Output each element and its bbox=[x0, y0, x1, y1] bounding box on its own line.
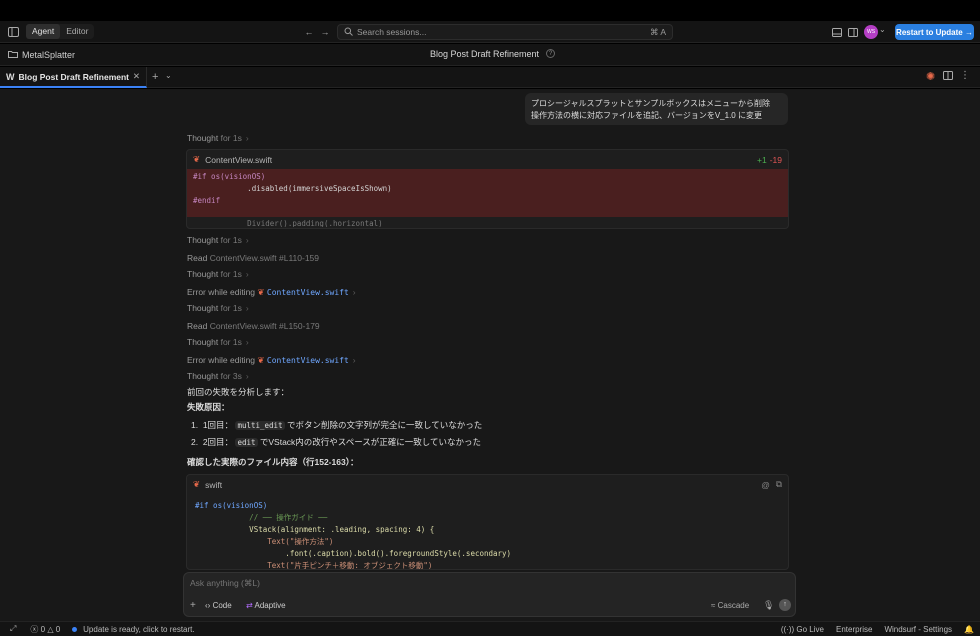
swift-icon: ❦ bbox=[193, 154, 201, 164]
cascade-button[interactable]: ≈ Cascade bbox=[711, 601, 749, 610]
code-card-header: ❦ swift @ ⧉ bbox=[187, 475, 788, 494]
diff-context: Divider().padding(.horizontal) bbox=[187, 217, 788, 227]
confirm-heading: 確認した実際のファイル内容（行152-163）： bbox=[187, 457, 359, 467]
code-language: swift bbox=[205, 479, 223, 490]
diff-added: +1 bbox=[757, 154, 767, 165]
forward-arrow-icon[interactable]: → bbox=[318, 25, 332, 39]
broadcast-icon: ((·)) bbox=[780, 624, 795, 634]
chat-input-box: + ‹› Code ⇄ Adaptive ≈ Cascade 🎙 ↑ bbox=[183, 572, 796, 617]
new-tab-icon[interactable]: + bbox=[152, 71, 158, 83]
breadcrumb: MetalSplatter Blog Post Draft Refinement… bbox=[0, 44, 980, 66]
swift-icon: ❦ bbox=[257, 355, 265, 365]
search-shortcut: ⌘ A bbox=[649, 26, 666, 37]
error-count[interactable]: ⓧ 0 △ 0 bbox=[30, 624, 60, 635]
code-line: .disabled(immersiveSpaceIsShown) bbox=[193, 184, 392, 193]
swift-icon: ❦ bbox=[193, 479, 201, 489]
close-icon[interactable]: ✕ bbox=[133, 71, 140, 82]
swift-icon: ❦ bbox=[257, 287, 265, 297]
code-line: Text("操作方法") bbox=[195, 537, 334, 546]
code-body: #if os(visionOS) // ── 操作ガイド ── VStack(a… bbox=[187, 494, 788, 570]
chat-panel: プロシージャルスプラットとサンプルボックスはメニューから削除 操作方法の横に対応… bbox=[0, 89, 980, 621]
thought-step[interactable]: Thought for 1s › bbox=[187, 269, 249, 279]
cascade-icon: ≈ bbox=[711, 601, 716, 610]
title-bar: Agent Editor ← → Search sessions... ⌘ A … bbox=[0, 21, 980, 43]
chat-input[interactable] bbox=[190, 576, 780, 590]
model-select[interactable]: ⇄ Adaptive bbox=[246, 601, 286, 610]
code-card: ❦ swift @ ⧉ #if os(visionOS) // ── 操作ガイド… bbox=[186, 474, 789, 570]
diff-card: ❦ ContentView.swift +1 -19 #if os(vision… bbox=[186, 149, 789, 229]
chevron-down-icon[interactable]: ⌄ bbox=[165, 71, 172, 80]
code-line: #if os(visionOS) bbox=[195, 501, 268, 510]
code-line: Divider().padding(.horizontal) bbox=[193, 219, 383, 227]
adaptive-icon: ⇄ bbox=[246, 601, 253, 610]
diff-removed: -19 bbox=[769, 154, 782, 165]
thought-step[interactable]: Thought for 3s › bbox=[187, 371, 249, 381]
add-icon[interactable]: + bbox=[190, 600, 196, 611]
search-placeholder: Search sessions... bbox=[357, 27, 427, 37]
settings-link[interactable]: Windsurf - Settings bbox=[884, 625, 952, 634]
code-line: // ── 操作ガイド ── bbox=[195, 513, 328, 522]
search-icon bbox=[344, 27, 353, 38]
more-icon[interactable]: ⋮ bbox=[960, 70, 970, 81]
mode-agent[interactable]: Agent bbox=[26, 24, 61, 39]
send-button[interactable]: ↑ bbox=[779, 599, 791, 611]
status-bar: ⤢ ⓧ 0 △ 0 Update is ready, click to rest… bbox=[0, 621, 980, 636]
page-title: Blog Post Draft Refinement bbox=[430, 49, 540, 59]
cause-heading: 失敗原因： bbox=[187, 402, 230, 412]
user-message-line: 操作方法の横に対応ファイルを追記、バージョンをV_1.0 に変更 bbox=[531, 111, 762, 120]
mode-switch: Agent Editor bbox=[26, 24, 95, 39]
copy-icon[interactable]: ⧉ bbox=[776, 479, 782, 490]
code-mode-button[interactable]: ‹› Code bbox=[205, 601, 232, 610]
read-step[interactable]: Read ContentView.swift #L150-179 bbox=[187, 321, 320, 331]
code-line: #if os(visionOS) bbox=[193, 172, 266, 181]
folder-icon bbox=[8, 50, 18, 60]
layout-icon[interactable] bbox=[830, 25, 844, 39]
bell-icon[interactable]: 🔔 bbox=[964, 625, 974, 634]
diff-file-name: ContentView.swift bbox=[205, 154, 273, 165]
chevron-down-icon[interactable]: ⌄ bbox=[879, 25, 886, 34]
tab-label: Blog Post Draft Refinement bbox=[18, 71, 130, 82]
remote-icon[interactable]: ⤢ bbox=[10, 624, 16, 634]
user-message-line: プロシージャルスプラットとサンプルボックスはメニューから削除 bbox=[531, 99, 770, 108]
restart-to-update-button[interactable]: Restart to Update → bbox=[895, 24, 974, 40]
go-live-button[interactable]: ((·)) Go Live bbox=[781, 625, 824, 634]
tab-blog-post[interactable]: W Blog Post Draft Refinement ✕ bbox=[0, 67, 147, 88]
back-arrow-icon[interactable]: ← bbox=[302, 25, 316, 39]
code-icon: ‹› bbox=[205, 601, 211, 610]
error-step[interactable]: Error while editing ❦ ContentView.swift › bbox=[187, 355, 356, 366]
code-line: VStack(alignment: .leading, spacing: 4) … bbox=[195, 525, 435, 534]
info-icon[interactable]: ? bbox=[546, 49, 555, 58]
thought-step[interactable]: Thought for 1s › bbox=[187, 303, 249, 313]
thought-step[interactable]: Thought for 1s › bbox=[187, 337, 249, 347]
list-item: 1. 1回目： multi_edit でボタン削除の文字列が完全に一致していなか… bbox=[191, 420, 483, 430]
microphone-icon[interactable]: 🎙 bbox=[763, 600, 774, 611]
thought-step[interactable]: Thought for 1s › bbox=[187, 133, 249, 143]
top-band bbox=[0, 0, 980, 21]
avatar[interactable]: WS bbox=[864, 25, 878, 39]
diff-removed-block: #if os(visionOS) .disabled(immersiveSpac… bbox=[187, 169, 788, 217]
user-message: プロシージャルスプラットとサンプルボックスはメニューから削除 操作方法の横に対応… bbox=[525, 93, 788, 125]
sidebar-toggle-icon[interactable] bbox=[6, 25, 20, 39]
split-view-icon[interactable] bbox=[846, 25, 860, 39]
code-line: .font(.caption).bold().foregroundStyle(.… bbox=[195, 549, 512, 558]
analysis-intro: 前回の失敗を分析します： bbox=[187, 387, 290, 397]
update-dot-icon bbox=[72, 626, 78, 632]
search-input[interactable]: Search sessions... ⌘ A bbox=[337, 24, 673, 40]
thought-step[interactable]: Thought for 1s › bbox=[187, 235, 249, 245]
diff-card-header[interactable]: ❦ ContentView.swift +1 -19 bbox=[187, 150, 788, 169]
mention-icon[interactable]: @ bbox=[761, 480, 770, 490]
code-line: #endif bbox=[193, 196, 221, 205]
code-line: Text("片手ピンチ＋移動: オブジェクト移動") bbox=[195, 561, 433, 570]
breadcrumb-folder[interactable]: MetalSplatter bbox=[22, 50, 75, 60]
read-step[interactable]: Read ContentView.swift #L110-159 bbox=[187, 253, 319, 263]
enterprise-label[interactable]: Enterprise bbox=[836, 625, 872, 634]
mode-editor[interactable]: Editor bbox=[60, 24, 94, 39]
list-item: 2. 2回目： edit でVStack内の改行やスペースが正確に一致していなか… bbox=[191, 437, 482, 447]
sparkle-icon[interactable]: ✺ bbox=[926, 70, 935, 83]
windsurf-logo-icon: W bbox=[6, 71, 15, 82]
panel-icon[interactable] bbox=[943, 71, 953, 82]
update-message[interactable]: Update is ready, click to restart. bbox=[83, 625, 194, 634]
tab-bar: W Blog Post Draft Refinement ✕ + ⌄ ✺ ⋮ bbox=[0, 67, 980, 88]
error-step[interactable]: Error while editing ❦ ContentView.swift › bbox=[187, 287, 356, 298]
